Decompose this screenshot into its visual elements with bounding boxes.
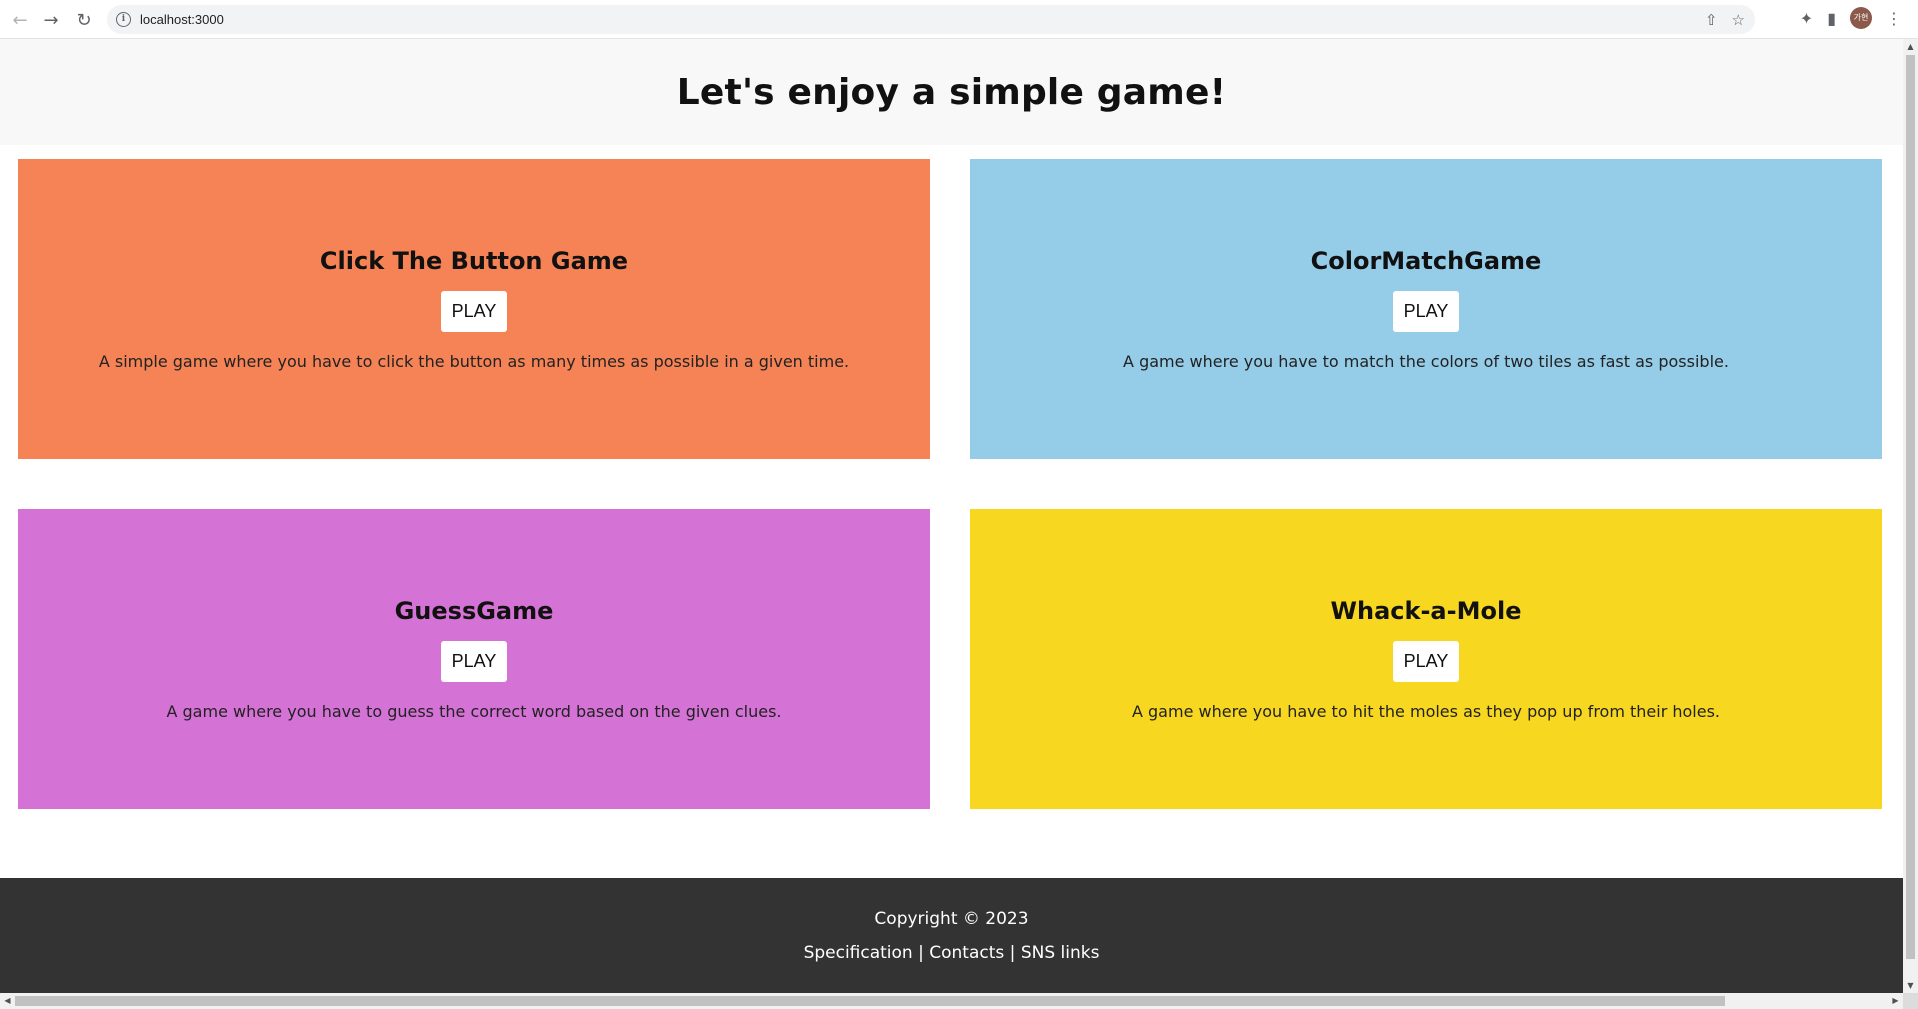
browser-toolbar: ← → ↻ i localhost:3000 ⇧ ☆ ✦ ▮ 가현 ⋮ <box>0 0 1918 39</box>
play-button[interactable]: PLAY <box>440 291 508 332</box>
footer-link-sns[interactable]: SNS links <box>1021 943 1100 963</box>
scroll-right-icon[interactable]: ▶ <box>1888 993 1903 1009</box>
side-panel-icon[interactable]: ▮ <box>1827 9 1836 28</box>
game-title: Whack-a-Mole <box>1330 597 1522 625</box>
play-button[interactable]: PLAY <box>1392 291 1460 332</box>
game-card-click-the-button: Click The Button Game PLAY A simple game… <box>18 159 930 459</box>
game-card-color-match: ColorMatchGame PLAY A game where you hav… <box>970 159 1882 459</box>
footer-link-contacts[interactable]: Contacts <box>929 943 1004 963</box>
menu-icon[interactable]: ⋮ <box>1886 9 1902 28</box>
page-viewport: Let's enjoy a simple game! Click The But… <box>0 39 1903 993</box>
footer-links: Specification | Contacts | SNS links <box>804 943 1100 963</box>
reload-icon[interactable]: ↻ <box>72 8 96 32</box>
horizontal-scroll-thumb[interactable] <box>15 996 1725 1006</box>
avatar[interactable]: 가현 <box>1850 7 1872 29</box>
copyright-text: Copyright © 2023 <box>874 908 1029 929</box>
game-description: A simple game where you have to click th… <box>98 352 850 371</box>
game-card-whack-a-mole: Whack-a-Mole PLAY A game where you have … <box>970 509 1882 809</box>
footer-separator: | <box>912 942 930 963</box>
scrollbar-corner <box>1903 993 1918 1009</box>
game-description: A game where you have to hit the moles a… <box>1131 702 1721 721</box>
forward-icon[interactable]: → <box>39 8 63 32</box>
game-card-guess: GuessGame PLAY A game where you have to … <box>18 509 930 809</box>
vertical-scroll-thumb[interactable] <box>1906 55 1915 959</box>
footer-separator: | <box>1004 942 1021 963</box>
game-description: A game where you have to match the color… <box>1123 352 1729 371</box>
play-button[interactable]: PLAY <box>1392 641 1460 682</box>
page-header: Let's enjoy a simple game! <box>0 39 1903 145</box>
game-title: GuessGame <box>394 597 554 625</box>
footer-link-specification[interactable]: Specification <box>804 943 913 963</box>
page-title: Let's enjoy a simple game! <box>676 71 1227 113</box>
address-bar[interactable]: i localhost:3000 ⇧ ☆ <box>107 5 1755 34</box>
page-footer: Copyright © 2023 Specification | Contact… <box>0 878 1903 993</box>
horizontal-scrollbar[interactable]: ◀ ▶ <box>0 993 1903 1009</box>
vertical-scrollbar[interactable]: ▲ ▼ <box>1903 39 1918 993</box>
play-button[interactable]: PLAY <box>440 641 508 682</box>
game-description: A game where you have to guess the corre… <box>166 702 782 721</box>
info-icon[interactable]: i <box>116 12 131 27</box>
scroll-left-icon[interactable]: ◀ <box>0 993 15 1009</box>
extensions-icon[interactable]: ✦ <box>1800 9 1813 28</box>
url-text[interactable]: localhost:3000 <box>140 12 224 27</box>
share-icon[interactable]: ⇧ <box>1705 11 1718 29</box>
game-title: Click The Button Game <box>319 247 629 275</box>
scroll-down-icon[interactable]: ▼ <box>1903 978 1918 993</box>
scroll-up-icon[interactable]: ▲ <box>1903 39 1918 54</box>
game-title: ColorMatchGame <box>1310 247 1542 275</box>
star-icon[interactable]: ☆ <box>1732 11 1745 29</box>
back-icon[interactable]: ← <box>8 8 32 32</box>
